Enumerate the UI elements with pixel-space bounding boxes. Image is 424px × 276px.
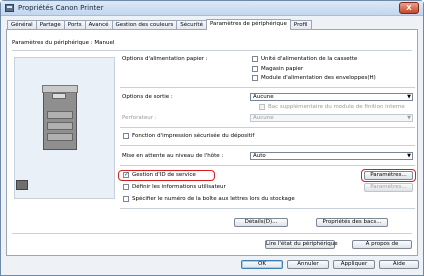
divider [120, 145, 415, 146]
dept-id-checkbox[interactable] [123, 171, 129, 178]
output-options-select[interactable]: Aucune ▼ [250, 93, 413, 101]
about-button[interactable]: A propos de [352, 240, 412, 249]
envelope-feeder-checkbox[interactable] [252, 75, 258, 81]
secure-print-checkbox[interactable] [123, 133, 129, 139]
envelope-feeder-label: Module d'alimentation des enveloppes(H) [261, 75, 376, 81]
output-options-value: Aucune [253, 94, 274, 100]
sleep-mode-select[interactable]: Auto ▼ [250, 152, 413, 160]
title-bar: Propriétés Canon Printer X [1, 1, 423, 16]
divider [120, 127, 415, 128]
divider [120, 165, 415, 166]
paper-deck-checkbox[interactable] [252, 66, 258, 72]
puncher-select[interactable]: Aucune ▼ [250, 114, 413, 122]
divider [12, 233, 412, 234]
divider [120, 87, 415, 88]
dept-id-settings-button[interactable]: Paramètres... [364, 171, 413, 180]
user-info-checkbox[interactable] [123, 184, 129, 190]
user-info-label: Définir les informations utilisateur [132, 184, 226, 190]
paper-source-label: Options d'alimentation papier : [122, 56, 208, 62]
cancel-button[interactable]: Annuler [287, 260, 329, 269]
paper-deck-label: Magasin papier [261, 66, 304, 72]
close-button[interactable]: X [399, 2, 419, 14]
device-settings-panel: Paramètres du périphérique : Manuel Opti… [6, 29, 418, 256]
chevron-down-icon: ▼ [407, 94, 411, 100]
chevron-down-icon: ▼ [407, 153, 411, 159]
dept-id-label: Gestion d'ID de service [132, 172, 196, 178]
help-button[interactable]: Aide [379, 260, 419, 269]
divider [120, 208, 415, 209]
mailbox-number-label: Spécifier le numéro de la boîte aux lett… [132, 196, 295, 202]
printer-illustration [42, 85, 78, 150]
secure-print-label: Fonction d'impression sécurisée du dépos… [132, 133, 255, 139]
device-settings-mode-label: Paramètres du périphérique : Manuel [12, 40, 115, 46]
sleep-mode-value: Auto [253, 153, 266, 159]
printer-app-icon [5, 4, 14, 12]
sleep-mode-label: Mise en attente au niveau de l'hôte : [122, 153, 224, 159]
apply-button[interactable]: Appliquer [333, 260, 375, 269]
window-title: Propriétés Canon Printer [18, 4, 104, 12]
tab-device-settings[interactable]: Paramètres de périphérique [205, 19, 291, 30]
ok-button[interactable]: OK [241, 260, 283, 269]
extra-tray-checkbox[interactable] [259, 104, 265, 110]
envelope-feeder-illustration [16, 180, 28, 190]
cassette-unit-label: Unité d'alimentation de la cassette [261, 56, 358, 62]
printer-preview [14, 57, 115, 199]
user-info-settings-button[interactable]: Paramètres... [364, 183, 413, 192]
cassette-unit-checkbox[interactable] [252, 56, 258, 62]
read-device-info-button[interactable]: Lire l'état du périphérique [265, 240, 338, 249]
details-button[interactable]: Détails(D)... [234, 218, 288, 227]
divider [12, 50, 412, 51]
mailbox-number-checkbox[interactable] [123, 196, 129, 202]
puncher-value: Aucune [253, 115, 274, 121]
puncher-label: Perforateur : [122, 115, 157, 121]
properties-window: Propriétés Canon Printer X Général Parta… [0, 0, 424, 276]
chevron-down-icon: ▼ [407, 115, 411, 121]
mailbox-properties-button[interactable]: Propriétés des bacs... [316, 218, 388, 227]
output-options-label: Options de sortie : [122, 94, 173, 100]
extra-tray-label: Bac supplémentaire du module de finition… [268, 104, 405, 110]
